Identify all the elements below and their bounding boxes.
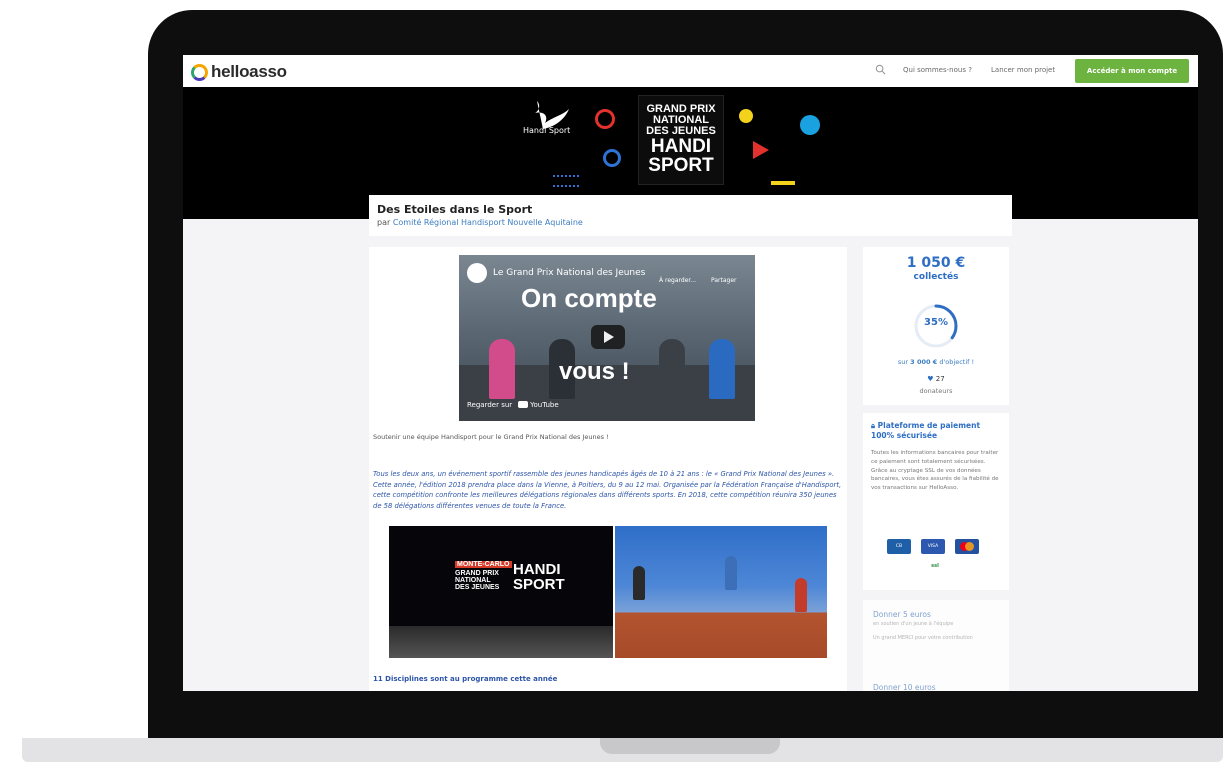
stage-sign-big: HANDI SPORT bbox=[513, 562, 565, 592]
disciplines-heading: 11 Disciplines sont au programme cette a… bbox=[373, 675, 558, 683]
laptop-mockup: helloasso Qui sommes-nous ? Lancer mon p… bbox=[0, 0, 1223, 762]
heart-icon: ♥ bbox=[927, 375, 934, 383]
youtube-label: YouTube bbox=[530, 401, 559, 409]
organizer-link[interactable]: Comité Régional Handisport Nouvelle Aqui… bbox=[393, 218, 583, 227]
ball-icon bbox=[739, 109, 753, 123]
event-title-badge: GRAND PRIX NATIONAL DES JEUNES HANDI SPO… bbox=[638, 95, 724, 185]
nav-link-launch-project[interactable]: Lancer mon projet bbox=[991, 66, 1055, 74]
flag-icon bbox=[753, 141, 769, 159]
objective-suffix: d'objectif ! bbox=[939, 358, 975, 366]
browser-screen: helloasso Qui sommes-nous ? Lancer mon p… bbox=[183, 55, 1198, 691]
watch-later-button[interactable]: À regarder... bbox=[659, 277, 696, 284]
objective-line: sur 3 000 € d'objectif ! bbox=[863, 358, 1009, 366]
stage-sign-big-line: SPORT bbox=[513, 576, 565, 593]
helloasso-logo-icon bbox=[191, 63, 208, 81]
objective-amount: 3 000 € bbox=[910, 358, 938, 366]
campaign-title: Des Etoiles dans le Sport bbox=[377, 203, 533, 216]
helloasso-logo[interactable]: helloasso bbox=[191, 62, 287, 82]
athlete-figure bbox=[795, 578, 807, 612]
secure-payment-card: 🔒︎ Plateforme de paiement 100% sécurisée… bbox=[863, 413, 1009, 590]
target-icon bbox=[595, 109, 615, 129]
play-icon[interactable] bbox=[591, 325, 625, 349]
organizer-prefix: par bbox=[377, 218, 391, 227]
intro-text: Soutenir une équipe Handisport pour le G… bbox=[373, 433, 609, 441]
video-title[interactable]: Le Grand Prix National des Jeunes bbox=[493, 268, 645, 278]
logo-text: helloasso bbox=[211, 62, 287, 81]
nav-link-who-are-we[interactable]: Qui sommes-nous ? bbox=[903, 66, 972, 74]
donation-options: Donner 5 euros en soutien d'un jeune à l… bbox=[863, 600, 1009, 691]
payment-methods: CB VISA bbox=[887, 539, 979, 554]
donors-count: ♥ 27 bbox=[863, 375, 1009, 383]
watch-on-label: Regarder sur bbox=[467, 401, 513, 409]
stage-sign-sponsor: MONTE-CARLO bbox=[455, 561, 512, 568]
donors-label: donateurs bbox=[919, 387, 953, 395]
handisport-logo-text: Handi Sport bbox=[523, 126, 571, 135]
donate-5-subtitle: en soutien d'un jeune à l'équipe bbox=[873, 621, 954, 627]
video-person bbox=[489, 339, 515, 399]
athlete-figure bbox=[725, 556, 737, 590]
target-blue-icon bbox=[603, 149, 621, 167]
objective-prefix: sur bbox=[897, 358, 909, 366]
funding-card: 1 050 € collectés 35% sur 3 000 € d'obje… bbox=[863, 247, 1009, 405]
secure-payment-text: Toutes les informations bancaires pour t… bbox=[871, 450, 999, 491]
event-title-big: SPORT bbox=[648, 155, 714, 176]
collected-label: collectés bbox=[913, 272, 959, 282]
video-person bbox=[659, 339, 685, 399]
search-icon[interactable] bbox=[875, 64, 886, 75]
amount-collected: 1 050 € bbox=[906, 255, 966, 271]
visa-card-icon: VISA bbox=[921, 539, 945, 554]
lock-icon: 🔒︎ bbox=[871, 421, 875, 430]
campaign-description: Le Grand Prix National des Jeunes À rega… bbox=[369, 247, 847, 691]
event-title-big: HANDI bbox=[650, 136, 712, 157]
event-stage-photo: MONTE-CARLO GRAND PRIX NATIONAL DES JEUN… bbox=[389, 526, 613, 658]
watch-on-youtube[interactable]: Regarder sur YouTube bbox=[467, 401, 559, 409]
progress-percent: 35% bbox=[924, 317, 948, 328]
channel-avatar-icon[interactable] bbox=[467, 263, 487, 283]
cb-card-icon: CB bbox=[887, 539, 911, 554]
laptop-notch bbox=[600, 738, 780, 754]
mastercard-icon bbox=[955, 539, 979, 554]
campaign-header: Des Etoiles dans le Sport par Comité Rég… bbox=[369, 195, 1012, 236]
video-caption-line1: On compte bbox=[521, 283, 657, 313]
secure-payment-title-text: Plateforme de paiement 100% sécurisée bbox=[871, 421, 981, 441]
dumbbell-icon bbox=[771, 181, 795, 185]
campaign-organizer-line: par Comité Régional Handisport Nouvelle … bbox=[377, 218, 1012, 227]
donors-number: 27 bbox=[935, 375, 945, 383]
cb-label: CB bbox=[895, 544, 903, 549]
video-caption-line2: vous ! bbox=[559, 358, 630, 385]
athlete-figure bbox=[633, 566, 645, 600]
donate-5-option[interactable]: Donner 5 euros bbox=[873, 610, 999, 619]
ssl-badge-icon: ssl bbox=[931, 563, 939, 569]
share-button[interactable]: Partager bbox=[711, 277, 737, 284]
athletics-photo bbox=[615, 526, 827, 658]
donate-10-option[interactable]: Donner 10 euros bbox=[873, 683, 936, 691]
pingpong-icon bbox=[800, 115, 820, 135]
secure-payment-title: 🔒︎ Plateforme de paiement 100% sécurisée bbox=[871, 421, 1001, 441]
waves-icon bbox=[553, 175, 579, 187]
youtube-icon bbox=[518, 401, 529, 408]
video-person bbox=[709, 339, 735, 399]
visa-label: VISA bbox=[927, 544, 939, 549]
event-description: Tous les deux ans, un événement sportif … bbox=[373, 470, 842, 510]
top-navigation: helloasso Qui sommes-nous ? Lancer mon p… bbox=[183, 55, 1198, 87]
stage-crowd bbox=[389, 626, 613, 658]
account-button[interactable]: Accéder à mon compte bbox=[1075, 59, 1189, 83]
video-player[interactable]: Le Grand Prix National des Jeunes À rega… bbox=[459, 255, 755, 421]
donate-5-description: Un grand MERCI pour votre contribution bbox=[873, 635, 973, 641]
stage-sign-big-line: HANDI bbox=[513, 561, 561, 578]
